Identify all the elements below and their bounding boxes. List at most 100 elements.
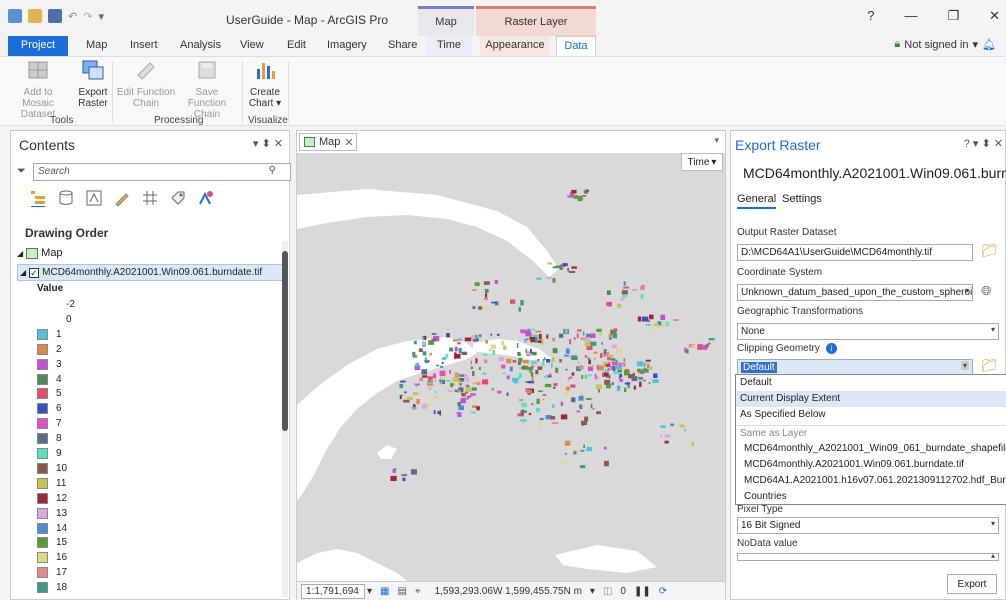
charts-icon[interactable] [197,189,215,207]
tab-project[interactable]: Project [8,36,68,56]
data-source-icon[interactable] [57,189,75,207]
add-to-mosaic-button[interactable]: Add to Mosaic Dataset [10,59,66,120]
close-icon[interactable]: ✕ [344,136,353,149]
option-current-display-extent[interactable]: Current Display Extent [736,391,1006,407]
drawing-order-icon[interactable] [29,189,47,207]
scrollbar-thumb[interactable] [282,251,288,431]
tree-node-map[interactable]: ◢ Map [17,247,63,259]
pixel-type-select[interactable]: 16 Bit Signed ▾ [737,517,999,534]
legend-swatch[interactable] [37,418,48,430]
save-icon[interactable] [48,9,62,23]
chevron-down-icon[interactable]: ▾ [590,586,595,597]
selection-icon[interactable] [85,189,103,207]
tab-analysis[interactable]: Analysis [180,36,221,56]
tab-time[interactable]: Time [426,36,472,56]
tab-settings[interactable]: Settings [782,193,822,209]
tab-view[interactable]: View [240,36,264,56]
tab-general[interactable]: General [737,193,777,209]
grid-icon[interactable]: ▦ [380,586,389,597]
geo-transform-select[interactable]: None ▾ [737,323,999,340]
output-raster-input[interactable]: D:\MCD64A1\UserGuide\MCD64monthly.tif [737,244,973,261]
snapping-icon[interactable] [141,189,159,207]
legend-swatch[interactable] [37,388,48,400]
option-as-specified-below[interactable]: As Specified Below [736,407,1006,423]
create-chart-button[interactable]: Create Chart ▾ [246,59,284,109]
legend-swatch[interactable] [37,537,48,549]
nodata-input[interactable]: ▴ [737,553,999,561]
chevron-down-icon[interactable]: ▾ [714,135,719,146]
legend-swatch[interactable] [37,492,48,504]
legend-swatch[interactable] [37,448,48,459]
close-button[interactable]: ✕ [989,8,1000,24]
undo-icon[interactable]: ↶ [68,10,77,23]
minimize-button[interactable]: — [904,8,917,24]
burn-patch [588,359,591,365]
option-layer[interactable]: MCD64A1.A2021001.h16v07.061.202130911270… [736,473,1006,489]
search-input[interactable]: Search ⚲ [33,163,291,181]
legend-swatch[interactable] [37,522,48,534]
maximize-button[interactable]: ❐ [947,8,959,24]
pane-controls[interactable]: ▾ ⬍ ✕ [253,137,283,150]
option-layer[interactable]: MCD64monthly.A2021001.Win09.061.burndate… [736,457,1006,473]
edit-function-chain-button[interactable]: Edit Function Chain [116,59,176,109]
coord-system-select[interactable]: Unknown_datum_based_upon_the_custom_sphe… [737,284,973,301]
redo-icon[interactable]: ↷ [83,10,92,23]
collapse-icon[interactable]: ◢ [17,249,23,258]
legend-swatch[interactable] [37,507,48,519]
tab-imagery[interactable]: Imagery [327,36,367,56]
option-layer[interactable]: MCD64monthly_A2021001_Win09_061_burndate… [736,441,1006,457]
legend-swatch[interactable] [37,582,48,594]
chevron-down-icon[interactable]: ▾ [367,586,372,597]
refresh-icon[interactable]: ⟳ [659,586,667,597]
open-project-icon[interactable] [28,9,42,23]
map-view-tab[interactable]: Map ✕ [299,133,357,151]
tab-map[interactable]: Map [86,36,107,56]
tab-data[interactable]: Data [556,36,596,56]
option-layer[interactable]: Countries [736,489,1006,505]
legend-swatch[interactable] [37,299,48,310]
scale-selector[interactable]: 1:1,791,694 [301,583,365,599]
legend-swatch[interactable] [37,328,48,340]
tab-insert[interactable]: Insert [130,36,158,56]
legend-swatch[interactable] [37,567,48,579]
legend-swatch[interactable] [37,403,48,415]
browse-folder-icon[interactable]: 📁︎ [981,243,998,259]
labeling-icon[interactable] [169,189,187,207]
globe-icon[interactable]: 🌐︎ [981,283,991,299]
map-canvas[interactable] [297,153,725,581]
legend-swatch[interactable] [37,314,48,325]
option-default[interactable]: Default [736,375,1006,391]
time-slider-button[interactable]: Time ▾ [681,153,723,171]
collapse-icon[interactable]: ◢ [20,268,26,277]
legend-swatch[interactable] [37,373,48,385]
legend-swatch[interactable] [37,477,48,489]
table-icon[interactable]: ▤ [397,586,406,597]
new-project-icon[interactable] [8,9,22,23]
browse-folder-icon[interactable]: 📁︎ [981,358,998,374]
legend-swatch[interactable] [37,552,48,564]
visibility-checkbox[interactable]: ✓ [29,267,40,278]
selection-icon[interactable]: ◫ [603,586,612,597]
tab-share[interactable]: Share [388,36,417,56]
info-icon[interactable]: i [825,343,837,354]
pause-icon[interactable]: ❚❚ [634,586,651,597]
legend-swatch[interactable] [37,343,48,355]
search-icon[interactable]: ⚲ [269,165,276,176]
legend-swatch[interactable] [37,433,48,445]
pane-controls[interactable]: ? ▾ ⬍ ✕ [964,137,1003,150]
help-button[interactable]: ? [867,8,874,24]
tab-edit[interactable]: Edit [287,36,306,56]
pin-icon[interactable]: ⌖ [415,586,421,597]
legend-swatch[interactable] [37,462,48,474]
sign-in-status[interactable]: 🔒︎ Not signed in ▾ 🔔︎ [894,38,996,51]
export-raster-button[interactable]: Export Raster [76,59,110,109]
export-button[interactable]: Export [947,574,997,594]
tab-appearance[interactable]: Appearance [480,36,550,56]
tree-node-layer[interactable]: ◢ ✓ MCD64monthly.A2021001.Win09.061.burn… [17,264,283,281]
filter-icon[interactable]: ⏷ [17,165,26,178]
legend-swatch[interactable] [37,358,48,370]
save-function-chain-button[interactable]: Save Function Chain [176,59,238,120]
notification-icon[interactable]: 🔔︎ [982,38,996,51]
editing-icon[interactable] [113,189,131,207]
customize-qat-icon[interactable]: ▾ [98,10,104,23]
